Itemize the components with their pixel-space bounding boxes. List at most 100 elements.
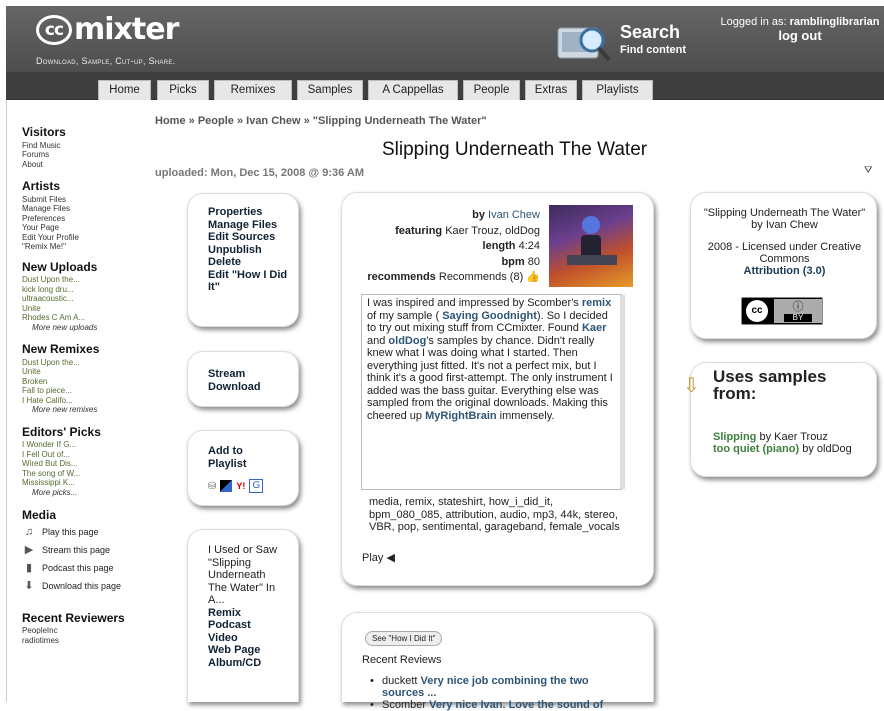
breadcrumb-people[interactable]: People [198, 115, 234, 127]
list-item[interactable]: I Wonder If G... [22, 440, 142, 450]
thumbs-up-icon[interactable]: 👍 [526, 271, 540, 283]
sample-link-slipping[interactable]: Slipping [713, 431, 756, 443]
list-item[interactable]: I Fell Out of... [22, 450, 142, 460]
tab-home[interactable]: Home [98, 80, 151, 100]
tab-a-cappellas[interactable]: A Cappellas [368, 80, 458, 100]
description-scrollbar[interactable] [620, 295, 625, 489]
digg-icon[interactable]: ⛁ [208, 481, 216, 492]
list-item[interactable]: Unite [22, 367, 142, 377]
more-remixes-link[interactable]: More new remixes [22, 405, 142, 415]
share-icons: ⛁ Y! G [208, 479, 264, 493]
desc-text: of my sample ( [367, 309, 440, 322]
desc-text: immensely. [499, 409, 555, 422]
edit-how-i-did-it-link[interactable]: Edit "How I Did It" [208, 269, 294, 294]
kaer-link[interactable]: Kaer [582, 322, 606, 334]
list-item[interactable]: Dust Upon the... [22, 358, 142, 368]
used-in-video-link[interactable]: Video [208, 632, 280, 645]
download-page-link[interactable]: ⬇ Download this page [22, 578, 142, 596]
play-button[interactable]: Play ◀ [362, 551, 395, 564]
list-item[interactable]: I Hate Califo... [22, 396, 142, 406]
myrightbrain-link[interactable]: MyRightBrain [425, 410, 497, 422]
sidebar-item-remix-me[interactable]: "Remix Me!" [22, 242, 142, 252]
sidebar-item-about[interactable]: About [22, 160, 142, 170]
download-link[interactable]: Download [208, 381, 261, 394]
google-icon[interactable]: G [249, 479, 264, 493]
tab-remixes[interactable]: Remixes [214, 80, 292, 100]
flag-icon[interactable]: ⛛ [864, 165, 872, 176]
artist-link[interactable]: Ivan Chew [488, 209, 540, 221]
manage-files-link[interactable]: Manage Files [208, 219, 294, 232]
edit-sources-link[interactable]: Edit Sources [208, 231, 294, 244]
list-item[interactable]: kick long dru... [22, 285, 142, 295]
username[interactable]: ramblinglibrarian [790, 16, 880, 28]
olddog-link[interactable]: oldDog [388, 335, 426, 347]
breadcrumb-artist[interactable]: Ivan Chew [246, 115, 300, 127]
list-item[interactable]: Broken [22, 377, 142, 387]
sidebar-heading-reviewers: Recent Reviewers [22, 610, 125, 625]
list-item[interactable]: Fall to piece... [22, 386, 142, 396]
list-item[interactable]: radiotimes [22, 636, 142, 646]
sidebar-item-your-page[interactable]: Your Page [22, 223, 142, 233]
list-item[interactable]: The song of W... [22, 469, 142, 479]
cc-icon: cc [746, 300, 768, 322]
search-link[interactable]: Search Find content [556, 20, 696, 68]
add-to-playlist-link[interactable]: Add to Playlist [208, 445, 278, 470]
list-item[interactable]: ultraacoustic... [22, 294, 142, 304]
used-in-webpage-link[interactable]: Web Page [208, 644, 280, 657]
play-page-label: Play this page [42, 526, 99, 537]
sample-link-too-quiet[interactable]: too quiet (piano) [713, 443, 799, 455]
sidebar-heading-editors-picks: Editors' Picks [22, 424, 101, 439]
unpublish-link[interactable]: Unpublish [208, 244, 294, 257]
more-uploads-link[interactable]: More new uploads [22, 323, 142, 333]
used-in-album-link[interactable]: Album/CD [208, 657, 280, 670]
sidebar-item-submit-files[interactable]: Submit Files [22, 195, 142, 205]
sidebar-item-edit-profile[interactable]: Edit Your Profile [22, 233, 142, 243]
tab-picks[interactable]: Picks [157, 80, 209, 100]
sidebar-item-preferences[interactable]: Preferences [22, 214, 142, 224]
saying-goodnight-link[interactable]: Saying Goodnight [442, 310, 537, 322]
list-item[interactable]: Mississippi K... [22, 478, 142, 488]
cc-by-badge[interactable]: cc ⓘ BY [741, 297, 823, 325]
license-type-link[interactable]: Attribution (3.0) [701, 265, 868, 277]
stream-page-link[interactable]: ▶ Stream this page [22, 542, 142, 560]
list-item[interactable]: Rhodes C Am A... [22, 313, 142, 323]
sidebar-item-find-music[interactable]: Find Music [22, 141, 142, 151]
reviewer-name[interactable]: Scomber [382, 699, 426, 711]
stream-link[interactable]: Stream [208, 368, 261, 381]
podcast-page-link[interactable]: ▮ Podcast this page [22, 560, 142, 578]
sidebar-heading-visitors: Visitors [22, 125, 66, 139]
review-text[interactable]: Very nice Ivan. Love the sound of [429, 699, 603, 711]
desc-text: and [367, 334, 386, 347]
list-item[interactable]: Unite [22, 304, 142, 314]
how-i-did-it-button[interactable]: See "How I Did It" [365, 631, 443, 646]
artist-avatar[interactable] [549, 205, 633, 287]
remix-link[interactable]: remix [582, 297, 611, 309]
attribution-icon: ⓘ BY [774, 299, 822, 323]
more-picks-link[interactable]: More picks... [22, 488, 142, 498]
featuring-label: featuring [395, 224, 443, 237]
delete-link[interactable]: Delete [208, 256, 294, 269]
sidebar-item-forums[interactable]: Forums [22, 150, 142, 160]
play-page-link[interactable]: ♫ Play this page [22, 524, 142, 542]
tag-list[interactable]: media, remix, stateshirt, how_i_did_it, … [369, 496, 629, 534]
yahoo-icon[interactable]: Y! [236, 481, 245, 491]
delicious-icon[interactable] [220, 480, 233, 492]
featuring-value: Kaer Trouz, oldDog [445, 224, 540, 237]
tab-samples[interactable]: Samples [297, 80, 363, 100]
list-item[interactable]: PeopleInc [22, 626, 142, 636]
used-in-remix-link[interactable]: Remix [208, 607, 280, 620]
samples-card: ⇩ Uses samples from: Slipping by Kaer Tr… [683, 362, 877, 477]
used-in-podcast-link[interactable]: Podcast [208, 619, 280, 632]
site-logo[interactable]: cc mixter [36, 12, 179, 47]
list-item[interactable]: Wired But Dis... [22, 459, 142, 469]
reviewer-name[interactable]: duckett [382, 675, 417, 687]
properties-link[interactable]: Properties [208, 206, 294, 219]
tab-people[interactable]: People [463, 80, 520, 100]
breadcrumb-home[interactable]: Home [155, 115, 186, 127]
podcast-page-label: Podcast this page [42, 562, 114, 573]
list-item[interactable]: Dust Upon the... [22, 275, 142, 285]
tab-playlists[interactable]: Playlists [582, 80, 653, 100]
sidebar-item-manage-files[interactable]: Manage Files [22, 204, 142, 214]
logout-link[interactable]: log out [711, 29, 884, 42]
tab-extras[interactable]: Extras [525, 80, 577, 100]
